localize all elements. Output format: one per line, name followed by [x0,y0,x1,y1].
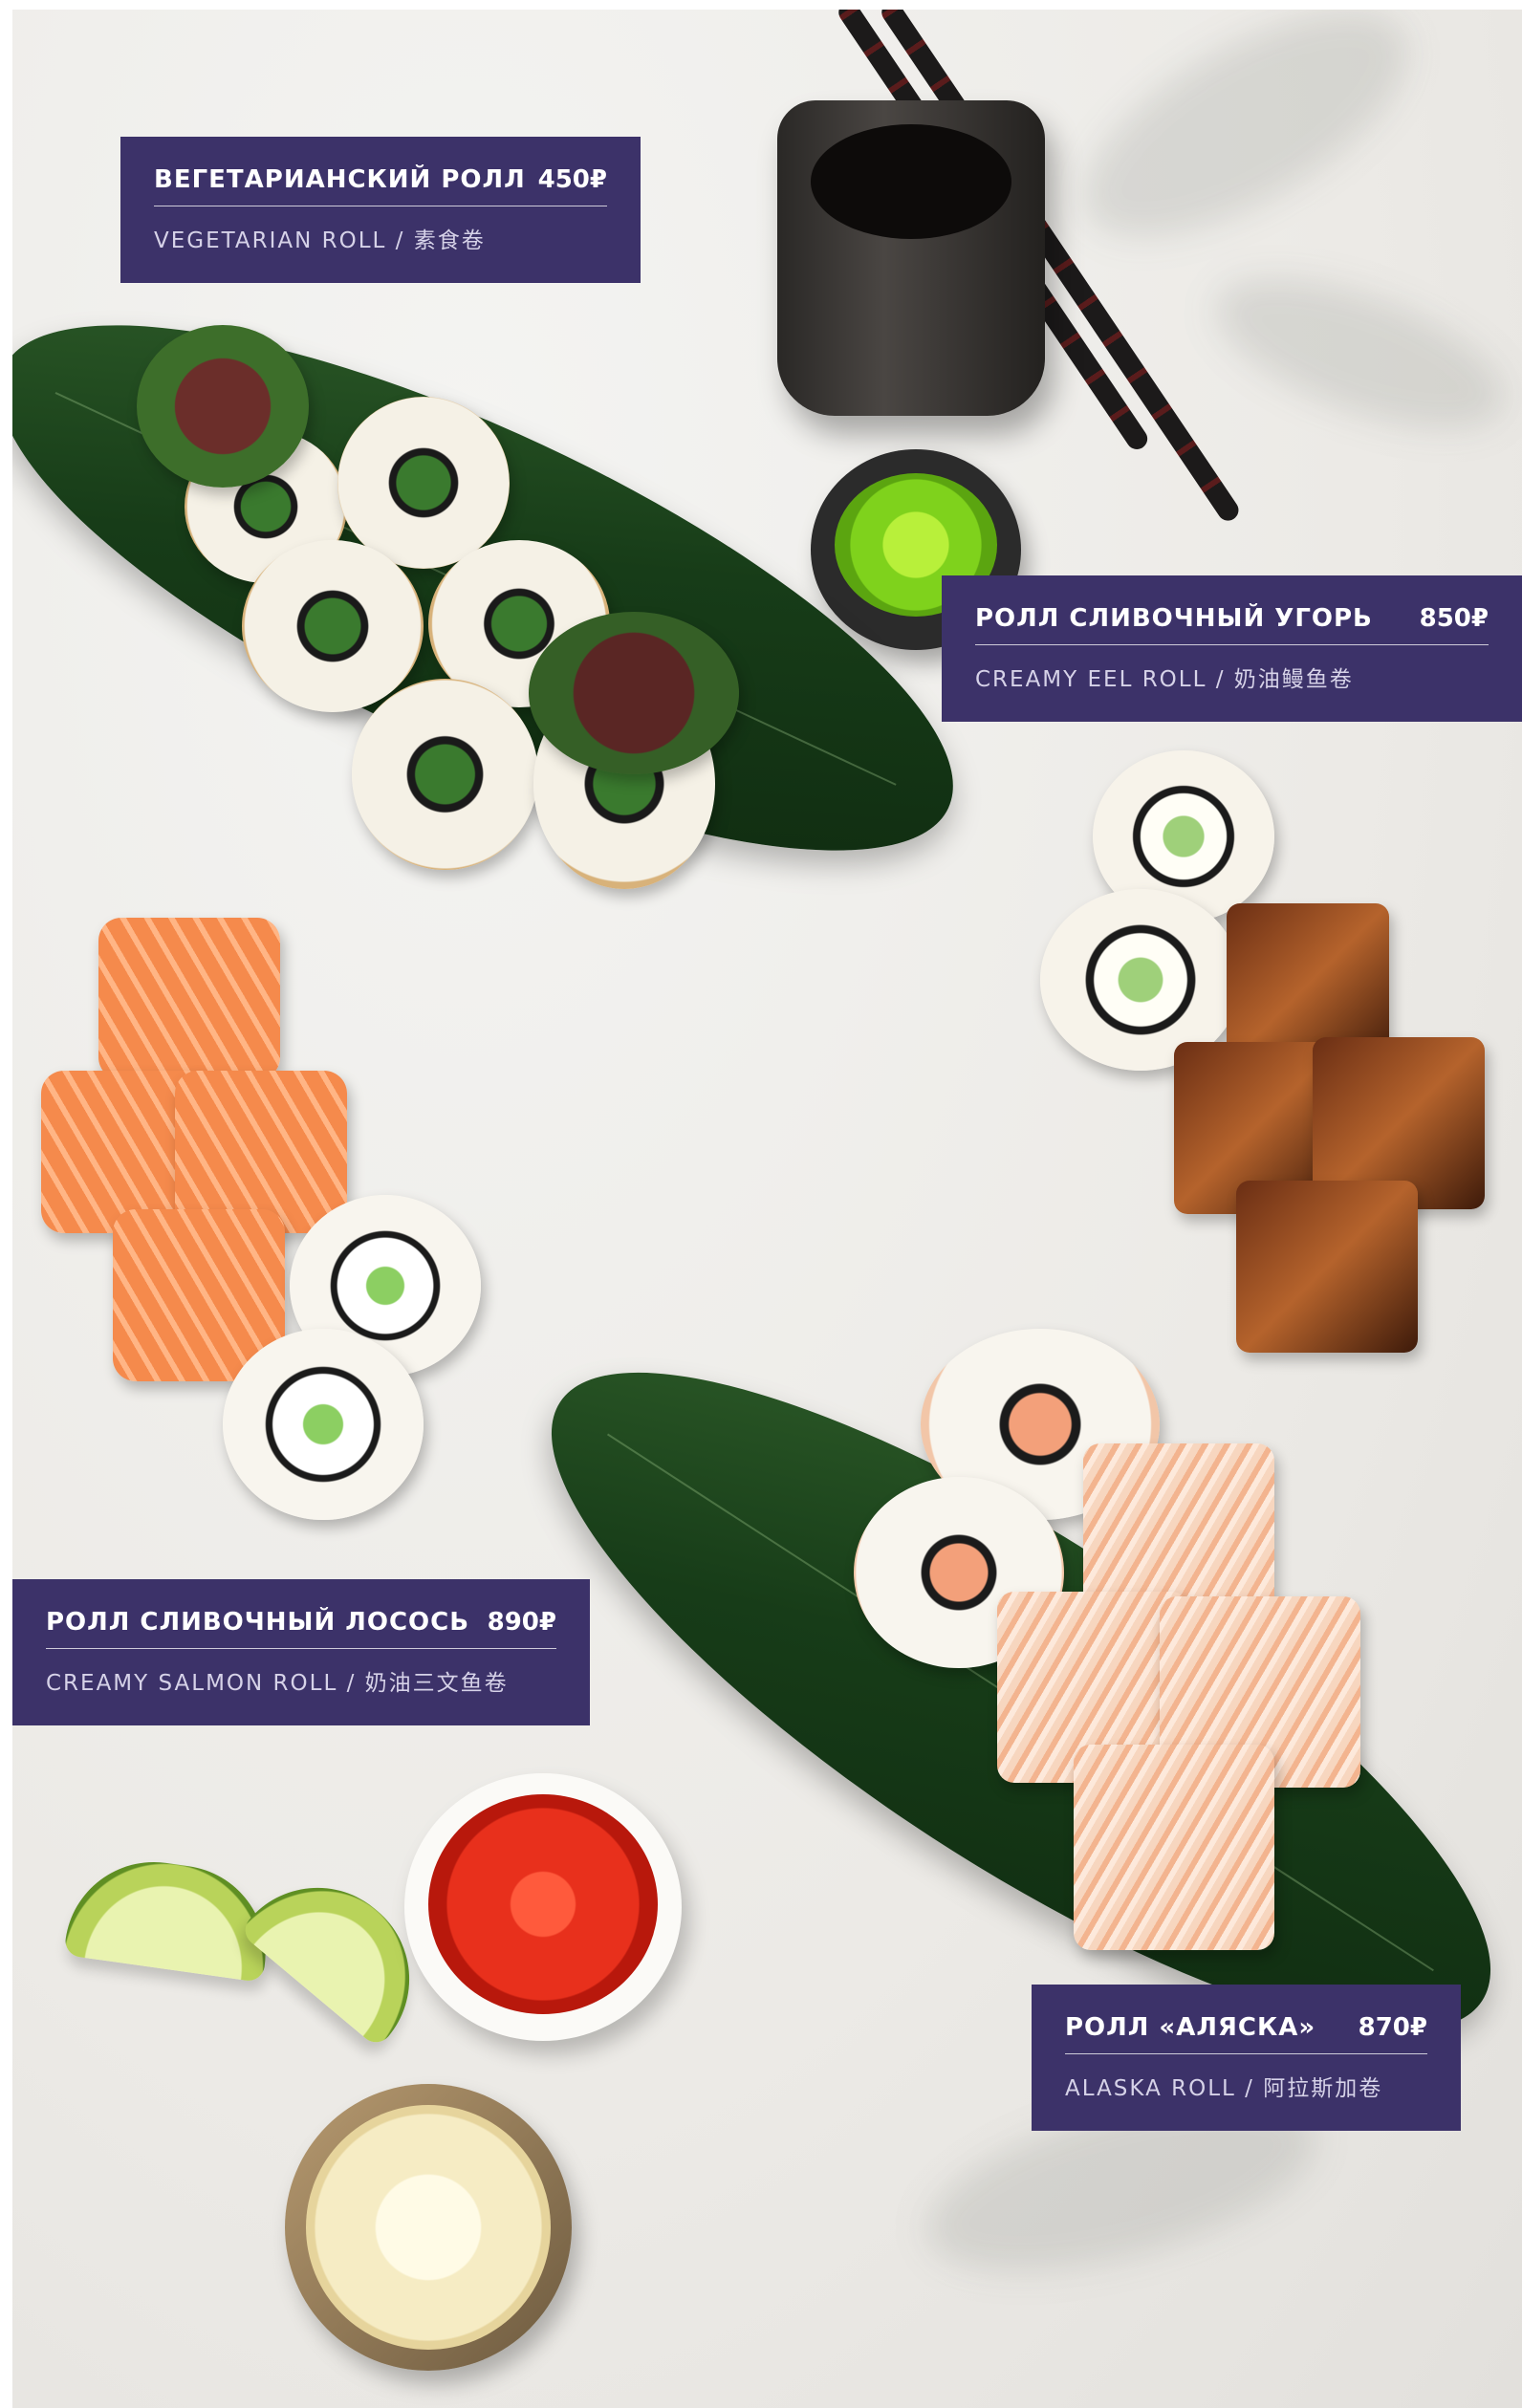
lime-wedge [63,1850,277,1984]
menu-page: ВЕГЕТАРИАНСКИЙ РОЛЛ 450₽ VEGETARIAN ROLL… [0,0,1522,2408]
item-subtitle: VEGETARIAN ROLL / 素食卷 [154,228,486,253]
soy-sauce-cup [777,100,1045,416]
alaska-roll-piece [1074,1745,1274,1950]
item-price: 450₽ [537,165,607,194]
item-price: 890₽ [487,1608,556,1637]
item-price: 870₽ [1358,2013,1427,2042]
vegetarian-roll-piece [337,397,510,569]
lettuce-garnish [137,325,309,488]
item-name: РОЛЛ СЛИВОЧНЫЙ ЛОСОСЬ [46,1608,470,1637]
item-name: РОЛЛ СЛИВОЧНЫЙ УГОРЬ [975,604,1373,633]
menu-item-label-alaska: РОЛЛ «АЛЯСКА» 870₽ ALASKA ROLL / 阿拉斯加卷 [1032,1985,1461,2131]
menu-item-label-creamy-eel: РОЛЛ СЛИВОЧНЫЙ УГОРЬ 850₽ CREAMY EEL ROL… [942,575,1522,722]
ginger-bowl [285,2084,572,2371]
eel-roll-piece [1236,1181,1418,1353]
vegetarian-roll-piece [352,679,538,870]
lettuce-garnish [529,612,739,774]
salmon-roll-piece [98,918,280,1080]
caviar-bowl [404,1773,682,2041]
item-name: РОЛЛ «АЛЯСКА» [1065,2013,1316,2042]
item-price: 850₽ [1419,604,1489,633]
menu-item-label-creamy-salmon: РОЛЛ СЛИВОЧНЫЙ ЛОСОСЬ 890₽ CREAMY SALMON… [12,1579,590,1725]
plant-shadow [1197,247,1522,461]
vegetarian-roll-piece [242,540,424,712]
item-subtitle: CREAMY SALMON ROLL / 奶油三文鱼卷 [46,1671,509,1696]
item-subtitle: ALASKA ROLL / 阿拉斯加卷 [1065,2076,1383,2101]
salmon-roll-piece [223,1329,424,1520]
plant-shadow [1050,10,1442,282]
menu-item-label-vegetarian: ВЕГЕТАРИАНСКИЙ РОЛЛ 450₽ VEGETARIAN ROLL… [120,137,641,283]
item-name: ВЕГЕТАРИАНСКИЙ РОЛЛ [154,165,526,194]
item-subtitle: CREAMY EEL ROLL / 奶油鳗鱼卷 [975,667,1354,692]
